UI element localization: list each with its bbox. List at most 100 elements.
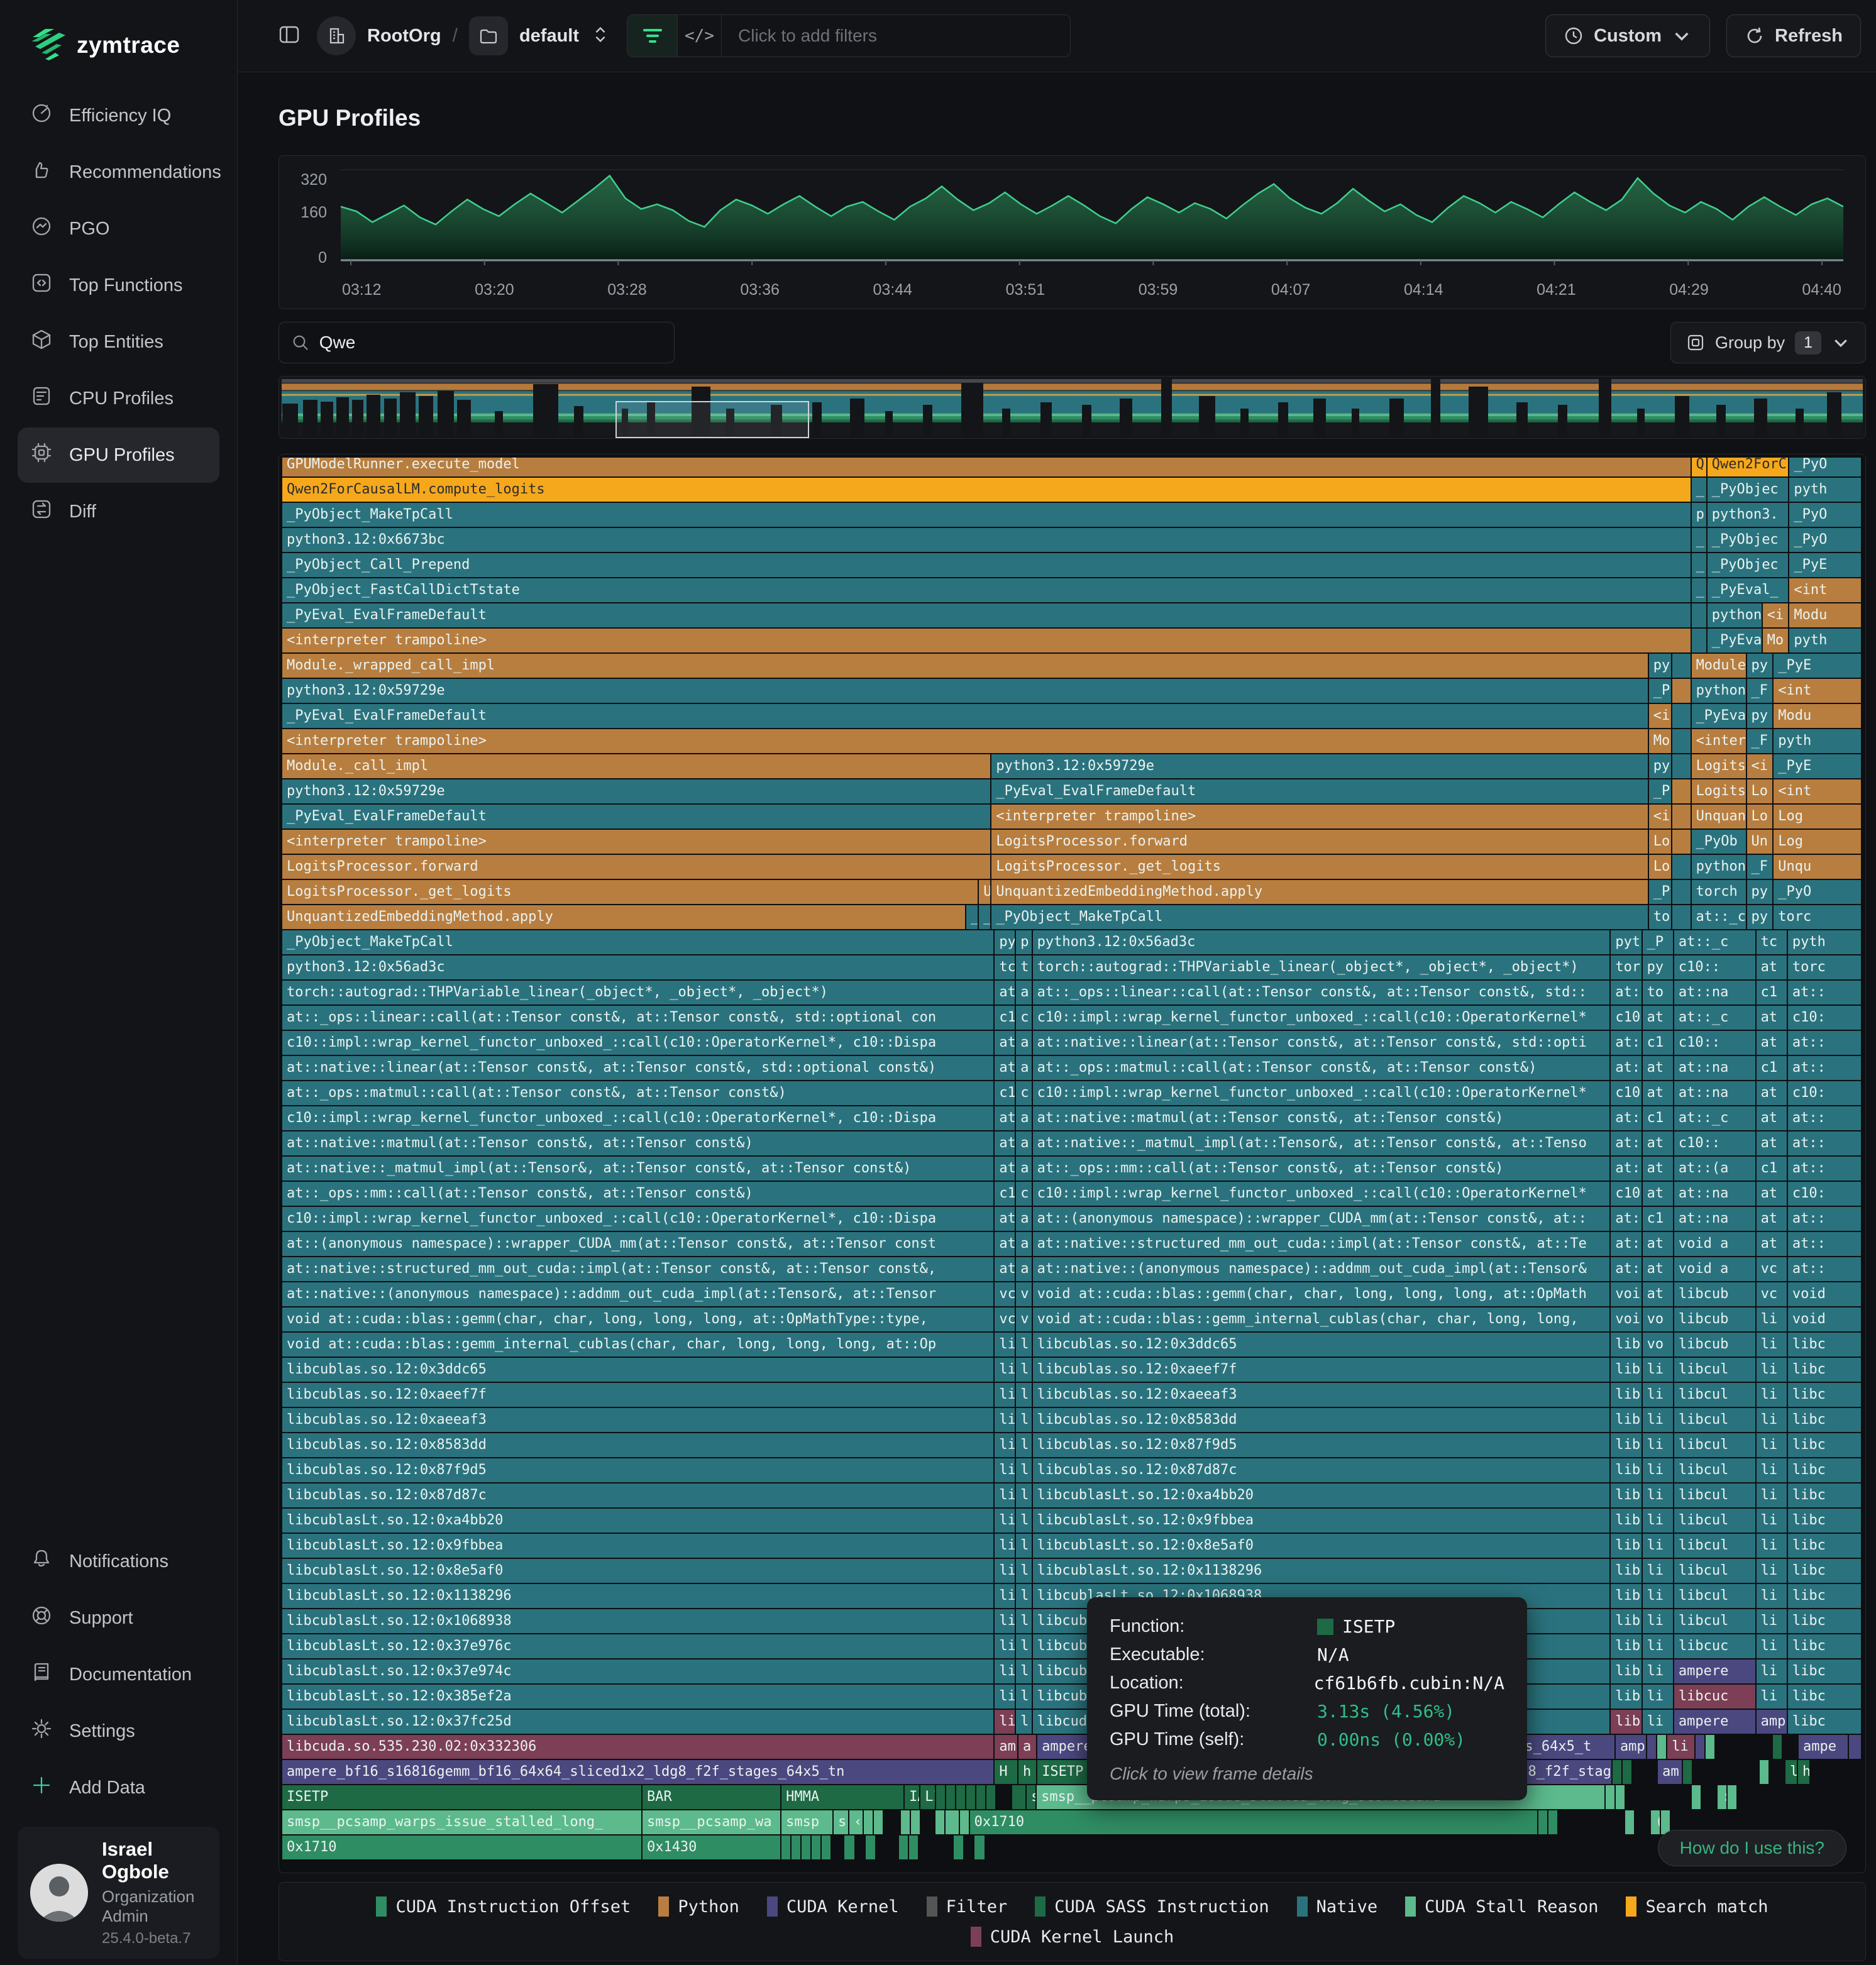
flame-frame[interactable] xyxy=(864,1810,873,1834)
flame-frame[interactable]: at::na xyxy=(1674,1056,1755,1080)
flame-frame[interactable]: h xyxy=(1798,1760,1809,1784)
flame-frame[interactable]: tor xyxy=(1611,955,1641,979)
flame-frame[interactable]: libcul xyxy=(1674,1483,1755,1507)
flame-frame[interactable]: p xyxy=(1016,930,1031,954)
flame-frame[interactable]: at xyxy=(995,1106,1015,1130)
flame-frame[interactable]: li xyxy=(995,1634,1015,1658)
flame-frame[interactable]: libcublas.so.12:0x8583dd xyxy=(282,1433,993,1457)
flamegraph-minimap[interactable] xyxy=(279,376,1866,439)
flame-frame[interactable]: t xyxy=(1016,955,1031,979)
flame-frame[interactable]: _F xyxy=(1747,729,1773,753)
flame-frame[interactable]: U xyxy=(979,880,990,904)
flame-frame[interactable]: libc xyxy=(1788,1584,1861,1608)
flame-frame[interactable]: at xyxy=(1757,1081,1787,1105)
sidebar-item-notifications[interactable]: Notifications xyxy=(18,1534,219,1589)
flame-frame[interactable]: Log xyxy=(1774,805,1861,828)
help-button[interactable]: How do I use this? xyxy=(1658,1830,1846,1866)
flame-frame[interactable]: libcublas.so.12:0x3ddc65 xyxy=(1033,1333,1610,1357)
flame-frame[interactable]: _PyO xyxy=(1789,503,1861,527)
flame-frame[interactable] xyxy=(1728,1785,1736,1809)
sidebar-item-support[interactable]: Support xyxy=(18,1590,219,1646)
flame-frame[interactable]: li xyxy=(1643,1534,1673,1558)
flame-frame[interactable]: libcublas.so.12:0x87f9d5 xyxy=(282,1458,993,1482)
flame-frame[interactable]: GPUModelRunner.execute_model xyxy=(282,458,1691,476)
flame-frame[interactable]: l xyxy=(1016,1685,1031,1709)
flame-frame[interactable]: torc xyxy=(1774,905,1861,929)
flame-frame[interactable]: python xyxy=(1692,855,1746,879)
flame-frame[interactable]: _PyEva xyxy=(1708,629,1762,652)
flame-frame[interactable] xyxy=(1672,855,1690,879)
flame-frame[interactable]: ISETP xyxy=(282,1785,641,1809)
flame-frame[interactable]: <i xyxy=(1763,603,1789,627)
flame-frame[interactable]: LI xyxy=(920,1785,935,1809)
flame-frame[interactable]: _F xyxy=(1747,679,1773,703)
flame-frame[interactable] xyxy=(1696,1735,1704,1759)
flame-frame[interactable]: Qwen2ForC xyxy=(1708,458,1789,476)
flame-frame[interactable]: <inter xyxy=(1692,729,1746,753)
flame-frame[interactable]: py xyxy=(995,930,1015,954)
flame-frame[interactable]: li xyxy=(1643,1408,1673,1432)
flame-frame[interactable]: libcublasLt.so.12:0x9fbbea xyxy=(1033,1509,1610,1533)
flame-frame[interactable]: at xyxy=(995,1257,1015,1281)
flame-frame[interactable]: libcublasLt.so.12:0x1068938 xyxy=(282,1609,993,1633)
flame-frame[interactable]: lib xyxy=(1611,1433,1641,1457)
flame-frame[interactable]: <int xyxy=(1774,679,1861,703)
flame-frame[interactable]: lib xyxy=(1611,1685,1641,1709)
flame-frame[interactable]: libcul xyxy=(1674,1534,1755,1558)
flame-frame[interactable] xyxy=(802,1836,810,1859)
flame-frame[interactable]: at::_ops::matmul::call(at::Tensor const&… xyxy=(282,1081,993,1105)
flame-frame[interactable] xyxy=(1672,704,1690,728)
flame-frame[interactable]: at:: xyxy=(1788,981,1861,1005)
flame-frame[interactable]: li xyxy=(1757,1584,1787,1608)
flame-frame[interactable]: UnquantizedEmbeddingMethod.apply xyxy=(282,905,965,929)
flame-frame[interactable]: _PyObjec xyxy=(1708,553,1789,577)
sidebar-item-settings[interactable]: Settings xyxy=(18,1704,219,1759)
flame-frame[interactable] xyxy=(1538,1810,1547,1834)
flame-frame[interactable]: ‹ xyxy=(849,1810,863,1834)
flame-frame[interactable]: at xyxy=(1757,1006,1787,1030)
flame-frame[interactable]: l xyxy=(1016,1483,1031,1507)
flame-frame[interactable]: python3.12:0x59729e xyxy=(282,779,990,803)
flame-frame[interactable]: torc xyxy=(1788,955,1861,979)
flame-frame[interactable]: l xyxy=(1016,1408,1031,1432)
flame-frame[interactable]: c10::impl::wrap_kernel_functor_unboxed_:… xyxy=(1033,1006,1610,1030)
flame-frame[interactable]: l xyxy=(1016,1458,1031,1482)
flame-frame[interactable] xyxy=(1616,1785,1625,1809)
flame-frame[interactable]: a xyxy=(1016,1131,1031,1155)
flame-frame[interactable]: li xyxy=(1643,1458,1673,1482)
sidebar-item-add-data[interactable]: Add Data xyxy=(18,1760,219,1815)
flame-frame[interactable]: at::_ops::matmul::call(at::Tensor const&… xyxy=(1033,1056,1610,1080)
flame-frame[interactable]: at: xyxy=(1611,1106,1641,1130)
flame-frame[interactable]: li xyxy=(1643,1483,1673,1507)
flame-frame[interactable]: at xyxy=(1757,1207,1787,1231)
flame-frame[interactable]: at:: xyxy=(1788,1056,1861,1080)
flame-frame[interactable]: li xyxy=(1757,1383,1787,1407)
flame-frame[interactable] xyxy=(1672,779,1690,803)
flame-frame[interactable]: libc xyxy=(1788,1458,1861,1482)
sidebar-item-top-functions[interactable]: Top Functions xyxy=(18,258,219,313)
flame-frame[interactable]: LogitsProcessor._get_logits xyxy=(991,855,1647,879)
flame-frame[interactable]: c1 xyxy=(1643,1207,1673,1231)
flame-frame[interactable]: _ xyxy=(1692,478,1706,502)
flame-frame[interactable]: libcul xyxy=(1674,1509,1755,1533)
flame-frame[interactable]: _PyO xyxy=(1774,880,1861,904)
flame-frame[interactable]: libc xyxy=(1788,1710,1861,1734)
flame-frame[interactable]: lib xyxy=(1611,1559,1641,1583)
flame-frame[interactable]: at::native::_matmul_impl(at::Tensor&, at… xyxy=(1033,1131,1610,1155)
flame-frame[interactable]: v xyxy=(1016,1282,1031,1306)
sidebar-item-documentation[interactable]: Documentation xyxy=(18,1647,219,1702)
flame-frame[interactable]: UnquantizedEmbeddingMethod.apply xyxy=(991,880,1647,904)
flame-frame[interactable] xyxy=(1683,1760,1692,1784)
flame-frame[interactable]: c10: xyxy=(1788,1006,1861,1030)
flame-frame[interactable]: at: xyxy=(1611,1157,1641,1181)
flame-frame[interactable]: python3.12:0x56ad3c xyxy=(282,955,993,979)
flame-frame[interactable]: HMMA xyxy=(781,1785,903,1809)
flame-frame[interactable]: lib xyxy=(1611,1383,1641,1407)
flame-frame[interactable]: vc xyxy=(1757,1282,1787,1306)
flame-frame[interactable]: libcul xyxy=(1674,1408,1755,1432)
flame-frame[interactable]: at::_ops::mm::call(at::Tensor const&, at… xyxy=(282,1182,993,1206)
flame-frame[interactable]: libc xyxy=(1788,1358,1861,1382)
flame-frame[interactable]: ampere xyxy=(1674,1710,1755,1734)
flame-frame[interactable]: a xyxy=(1016,1232,1031,1256)
flame-frame[interactable]: at::_c xyxy=(1674,1106,1755,1130)
